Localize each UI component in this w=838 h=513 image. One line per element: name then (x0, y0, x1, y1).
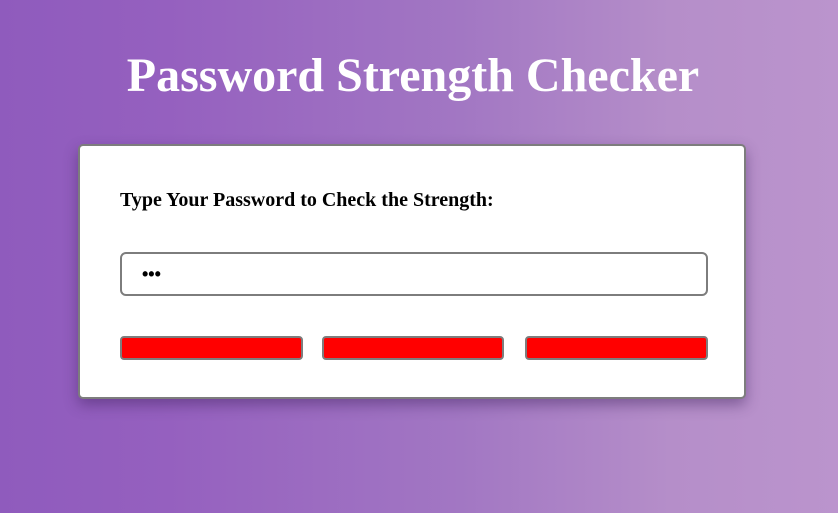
page-title: Password Strength Checker (126, 49, 700, 102)
strength-bar-1 (120, 336, 303, 360)
strength-bar-2 (322, 336, 504, 360)
strength-meter (120, 336, 708, 360)
password-prompt-label: Type Your Password to Check the Strength… (120, 189, 494, 211)
password-card: Type Your Password to Check the Strength… (78, 144, 746, 399)
password-input[interactable] (120, 252, 708, 296)
strength-bar-3 (525, 336, 708, 360)
